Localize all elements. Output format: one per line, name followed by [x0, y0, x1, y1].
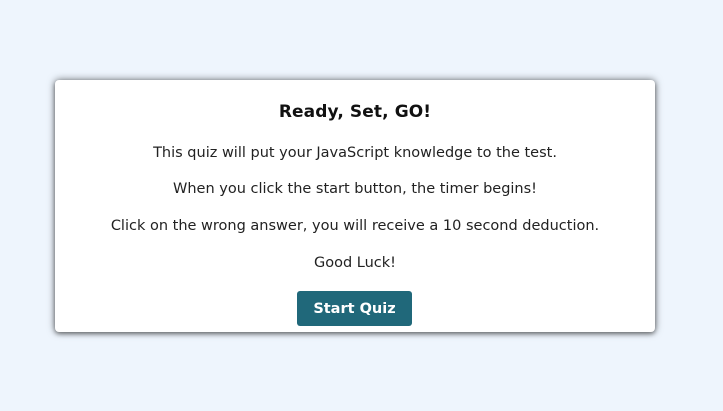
start-quiz-button[interactable]: Start Quiz [297, 291, 412, 326]
quiz-title: Ready, Set, GO! [278, 102, 432, 122]
quiz-intro-card: Ready, Set, GO! This quiz will put your … [55, 80, 655, 332]
intro-line-knowledge: This quiz will put your JavaScript knowl… [153, 145, 557, 161]
intro-line-good-luck: Good Luck! [314, 255, 396, 271]
intro-line-timer: When you click the start button, the tim… [173, 181, 537, 197]
intro-line-deduction: Click on the wrong answer, you will rece… [110, 218, 600, 234]
